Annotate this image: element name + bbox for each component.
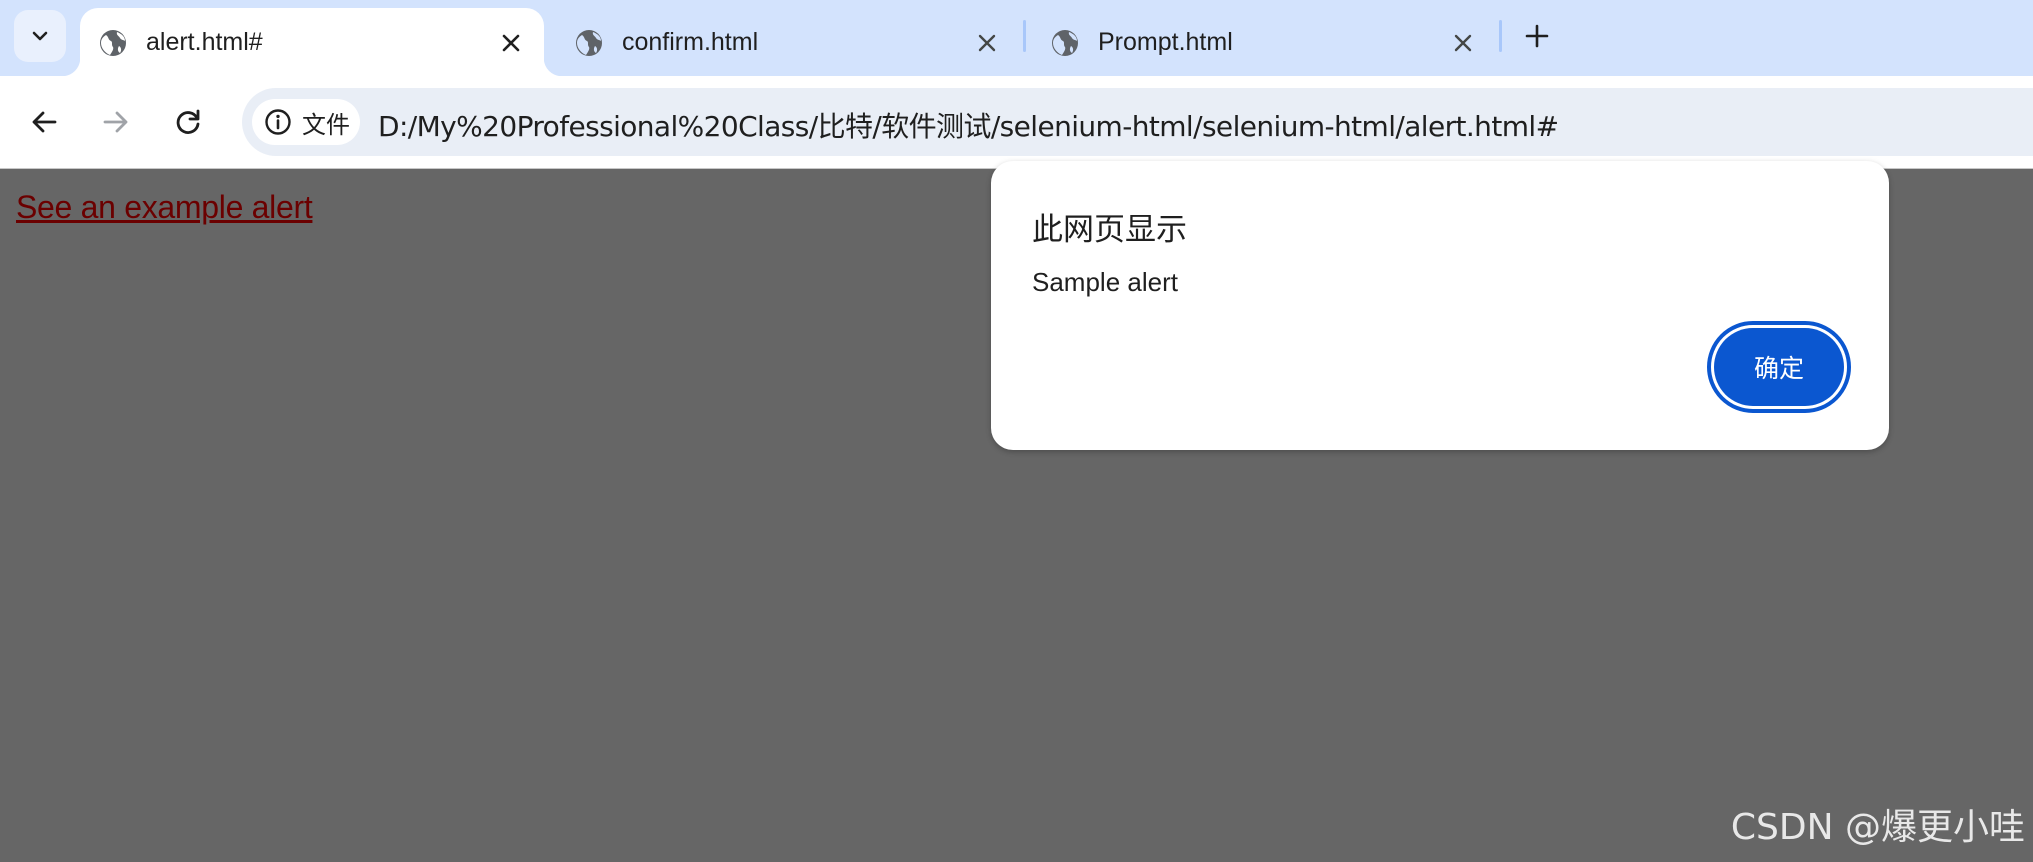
back-button[interactable]	[22, 100, 66, 144]
browser-toolbar: 文件 D:/My%20Professional%20Class/比特/软件测试/…	[0, 76, 2033, 169]
reload-icon	[176, 109, 200, 134]
url-text[interactable]: D:/My%20Professional%20Class/比特/软件测试/sel…	[378, 105, 1559, 145]
ok-button[interactable]: 确定	[1714, 328, 1844, 406]
new-tab-button[interactable]	[1519, 18, 1555, 54]
tab-title: alert.html#	[146, 28, 263, 56]
tab-close-button[interactable]	[498, 30, 524, 56]
tab-prompt[interactable]: Prompt.html	[1032, 8, 1492, 76]
site-info-label: 文件	[302, 110, 350, 139]
tab-title: Prompt.html	[1098, 28, 1233, 56]
address-bar[interactable]: 文件 D:/My%20Professional%20Class/比特/软件测试/…	[242, 88, 2033, 156]
watermark: CSDN @爆更小哇	[1730, 807, 2025, 848]
example-alert-link[interactable]: See an example alert	[16, 189, 313, 226]
alert-dialog: 此网页显示 Sample alert 确定	[991, 161, 1889, 450]
dialog-message: Sample alert	[1032, 267, 1178, 297]
close-icon	[1454, 34, 1472, 52]
tab-alert[interactable]: alert.html#	[62, 8, 562, 76]
globe-icon	[100, 30, 126, 56]
close-icon	[978, 34, 996, 52]
tab-confirm[interactable]: confirm.html	[556, 8, 1016, 76]
tab-separator	[1023, 20, 1026, 52]
tab-close-button[interactable]	[974, 30, 1000, 56]
plus-icon	[1525, 24, 1549, 48]
tab-title: confirm.html	[622, 28, 759, 56]
forward-button[interactable]	[94, 100, 138, 144]
close-icon	[502, 34, 520, 52]
globe-icon	[1052, 30, 1078, 56]
tab-strip: alert.html# confirm.html Prompt.html	[0, 0, 2033, 76]
tab-search-button[interactable]	[14, 10, 66, 62]
reload-button[interactable]	[166, 100, 210, 144]
tab-separator	[1499, 20, 1502, 52]
chevron-down-icon	[32, 31, 48, 41]
arrow-right-icon	[103, 111, 128, 133]
arrow-left-icon	[32, 111, 57, 133]
dialog-title: 此网页显示	[1032, 212, 1187, 248]
tab-close-button[interactable]	[1450, 30, 1476, 56]
info-icon	[265, 109, 291, 135]
globe-icon	[576, 30, 602, 56]
site-info-chip[interactable]: 文件	[252, 99, 360, 145]
